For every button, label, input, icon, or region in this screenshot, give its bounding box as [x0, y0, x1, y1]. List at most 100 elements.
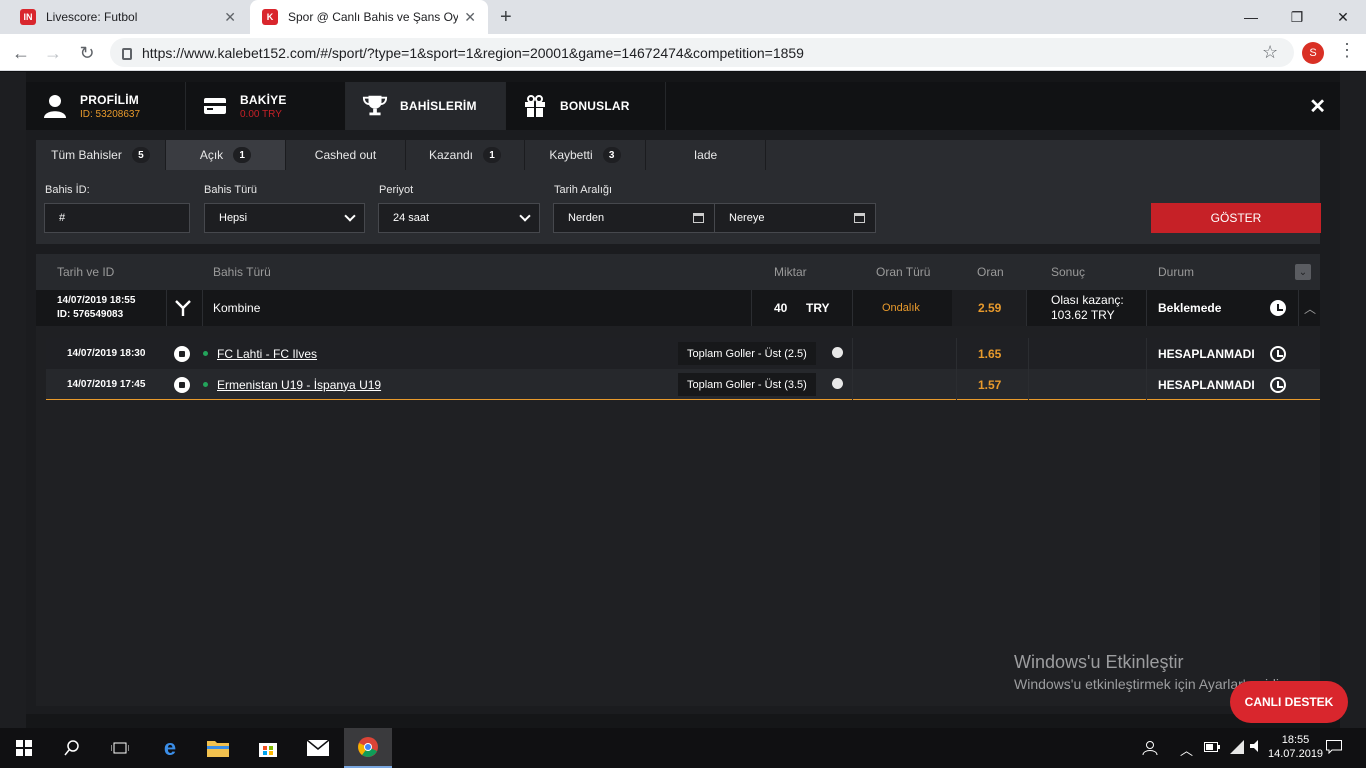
- minimize-icon[interactable]: —: [1228, 0, 1274, 34]
- new-tab-icon[interactable]: +: [500, 6, 512, 29]
- browser-tab-kalebet[interactable]: K Spor @ Canlı Bahis ve Şans Oyun ✕: [250, 0, 488, 34]
- forward-icon[interactable]: →: [40, 40, 66, 66]
- selection-row: 14/07/2019 17:45 Ermenistan U19 - İspany…: [46, 369, 1320, 400]
- tray-chevron-up-icon[interactable]: ︿: [1180, 740, 1193, 759]
- bookmark-star-icon[interactable]: ☆: [1262, 42, 1278, 63]
- table-header: Tarih ve ID Bahis Türü Miktar Oran Türü …: [36, 254, 1320, 290]
- selection-match-link[interactable]: Ermenistan U19 - İspanya U19: [203, 369, 381, 400]
- battery-icon[interactable]: [1204, 740, 1220, 755]
- bet-id: ID: 576549083: [57, 309, 124, 320]
- bet-amount: 40: [774, 301, 788, 315]
- divider: [751, 290, 752, 326]
- close-tab-icon[interactable]: ✕: [224, 9, 236, 26]
- subtab-open[interactable]: Açık 1: [166, 140, 286, 170]
- trophy-icon: [362, 93, 388, 119]
- mail-icon[interactable]: [294, 728, 342, 768]
- divider: [852, 290, 853, 326]
- subtab-label: Açık: [199, 148, 224, 162]
- chevron-down-icon: [519, 210, 531, 222]
- task-view-icon[interactable]: [96, 728, 144, 768]
- system-clock[interactable]: 18:55 14.07.2019: [1268, 733, 1323, 761]
- wifi-icon[interactable]: [1230, 740, 1244, 757]
- date-from-placeholder: Nerden: [568, 212, 605, 224]
- clock-icon: [1270, 338, 1286, 369]
- selection-date: 14/07/2019 17:45: [67, 378, 146, 390]
- subtab-refund[interactable]: Iade: [646, 140, 766, 170]
- lock-icon: [122, 47, 132, 60]
- date-from-input[interactable]: Nerden: [553, 203, 715, 233]
- close-window-icon[interactable]: ✕: [1320, 0, 1366, 34]
- search-icon[interactable]: [48, 728, 96, 768]
- date-to-input[interactable]: Nereye: [714, 203, 876, 233]
- bet-date: 14/07/2019 18:55: [57, 295, 136, 306]
- calendar-icon: [854, 213, 865, 223]
- period-select[interactable]: 24 saat: [378, 203, 540, 233]
- kalebet-favicon-icon: K: [262, 9, 278, 25]
- tab-my-bets[interactable]: BAHİSLERİM: [346, 82, 506, 130]
- divider: [1146, 290, 1147, 326]
- col-amount: Miktar: [774, 265, 807, 279]
- combo-icon: [174, 290, 192, 326]
- tab-bonuses[interactable]: BONUSLAR: [506, 82, 666, 130]
- reload-icon[interactable]: ↻: [74, 40, 100, 66]
- subtab-lost[interactable]: Kaybetti 3: [525, 140, 646, 170]
- tab-profile[interactable]: PROFİLİM ID: 53208637: [26, 82, 186, 130]
- tab-balance[interactable]: BAKİYE 0.00 TRY: [186, 82, 346, 130]
- subtab-count-badge: 1: [483, 147, 502, 163]
- subtab-count-badge: 1: [233, 147, 252, 163]
- chevron-down-icon: [344, 210, 356, 222]
- close-tab-icon[interactable]: ✕: [464, 9, 476, 26]
- subtab-won[interactable]: Kazandı 1: [406, 140, 525, 170]
- subtab-count-badge: 3: [602, 147, 621, 163]
- expand-all-icon[interactable]: ⌄: [1295, 264, 1311, 280]
- col-odds: Oran: [977, 265, 1004, 279]
- col-bet-type: Bahis Türü: [213, 265, 271, 279]
- divider: [956, 369, 957, 400]
- bet-type: Kombine: [213, 301, 261, 315]
- subtab-cashed-out[interactable]: Cashed out: [286, 140, 406, 170]
- bonuses-label: BONUSLAR: [560, 99, 630, 113]
- close-modal-icon[interactable]: ✕: [1309, 94, 1326, 119]
- bet-odds: 2.59: [978, 301, 1002, 315]
- subtab-label: Cashed out: [314, 148, 377, 162]
- restore-icon[interactable]: ❐: [1274, 0, 1320, 34]
- show-button[interactable]: GÖSTER: [1151, 203, 1321, 233]
- bets-table: Tarih ve ID Bahis Türü Miktar Oran Türü …: [36, 254, 1320, 706]
- selection-status: HESAPLANMADI: [1158, 346, 1255, 361]
- bet-date-id: 14/07/2019 18:55 ID: 576549083: [57, 290, 135, 326]
- address-bar[interactable]: https://www.kalebet152.com/#/sport/?type…: [110, 38, 1294, 67]
- bet-type-select[interactable]: Hepsi: [204, 203, 365, 233]
- livescore-favicon-icon: IN: [20, 9, 36, 25]
- table-row[interactable]: 14/07/2019 18:55 ID: 576549083 Kombine 4…: [36, 290, 1320, 326]
- info-icon[interactable]: [832, 378, 843, 389]
- store-icon[interactable]: [244, 728, 292, 768]
- col-result: Sonuç: [1051, 265, 1086, 279]
- chrome-icon[interactable]: [344, 728, 392, 768]
- profile-label: PROFİLİM: [80, 92, 139, 107]
- browser-menu-icon[interactable]: ⋮: [1338, 40, 1356, 61]
- calendar-icon: [693, 213, 704, 223]
- bet-id-input[interactable]: #: [44, 203, 190, 233]
- selection-date: 14/07/2019 18:30: [67, 347, 146, 359]
- edge-icon[interactable]: e: [146, 728, 194, 768]
- profile-avatar[interactable]: S: [1302, 42, 1324, 64]
- browser-tab-title: Livescore: Futbol: [46, 10, 138, 24]
- windows-start-icon[interactable]: [0, 728, 48, 768]
- people-icon[interactable]: [1142, 740, 1160, 759]
- file-explorer-icon[interactable]: [194, 728, 242, 768]
- live-support-button[interactable]: CANLI DESTEK: [1230, 681, 1348, 723]
- subtab-label: Tüm Bahisler: [51, 148, 122, 162]
- notifications-icon[interactable]: [1326, 740, 1342, 757]
- football-icon: [174, 338, 190, 369]
- volume-icon[interactable]: [1250, 740, 1264, 755]
- browser-tab-livescore[interactable]: IN Livescore: Futbol ✕: [8, 0, 248, 34]
- watermark-title: Windows'u Etkinleştir: [1014, 652, 1184, 672]
- back-icon[interactable]: ←: [8, 40, 34, 66]
- collapse-chevron-icon[interactable]: ︿: [1304, 290, 1316, 326]
- period-label: Periyot: [379, 184, 414, 196]
- clock-icon: [1270, 369, 1286, 400]
- subtab-all-bets[interactable]: Tüm Bahisler 5: [36, 140, 166, 170]
- divider: [956, 338, 957, 369]
- selection-match-link[interactable]: FC Lahti - FC Ilves: [203, 338, 317, 369]
- info-icon[interactable]: [832, 347, 843, 358]
